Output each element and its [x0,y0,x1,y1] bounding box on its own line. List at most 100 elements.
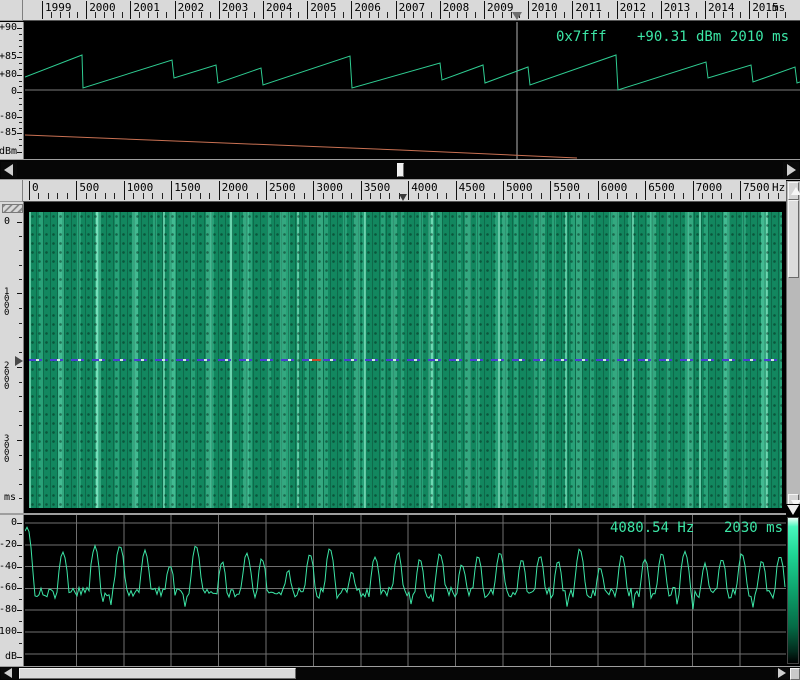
pane-resize-handle-icon[interactable] [2,204,23,213]
ruler-unit-label: ms [772,1,785,14]
axis-label: 2 0 0 0 [4,363,9,391]
axis-minor-tick [19,323,22,324]
spectrum-scrollbar[interactable] [0,666,800,680]
spectrogram-time-cursor-line [29,359,782,361]
axis-minor-tick [19,643,22,644]
ruler-minor-tick [332,193,333,199]
scroll-right-icon [778,668,786,678]
ruler-minor-tick [617,193,618,199]
scroll-left-button[interactable] [1,162,17,178]
freq-cursor-marker[interactable] [399,194,407,201]
ruler-minor-tick [304,193,305,199]
ruler-minor-tick [413,12,414,18]
axis-minor-tick [19,63,22,64]
ruler-minor-tick [139,12,140,18]
palette-pointer-icon[interactable] [787,505,799,515]
axis-minor-tick [19,69,22,70]
scroll-up-button[interactable] [788,182,799,200]
waveform-plot[interactable]: 0x7fff +90.31 dBm 2010 ms [25,22,800,159]
ruler-minor-tick [731,193,732,199]
ruler-minor-tick [113,12,114,18]
ruler-major-tick [408,181,409,200]
ruler-minor-tick [281,12,282,18]
spectrogram-image[interactable] [29,212,782,508]
resize-grip[interactable] [790,668,800,680]
axis-label: -20 [0,539,17,550]
timeline-ruler[interactable]: 1999200020012002200320042005200620072008… [23,0,800,21]
axis-minor-tick [19,577,22,578]
ruler-major-tick [42,1,43,19]
scroll-right-button-bottom[interactable] [775,668,789,679]
ruler-minor-tick [236,12,237,18]
ruler-minor-tick [389,193,390,199]
ruler-major-tick [76,181,77,200]
ruler-label: 2000 [89,1,116,14]
ruler-major-tick [693,181,694,200]
ruler-minor-tick [494,193,495,199]
spectrum-db-axis: 0-20-40-60-80-100dB [0,515,24,666]
ruler-label: 2002 [178,1,205,14]
ruler-minor-tick [687,12,688,18]
color-palette-bar[interactable] [786,504,800,666]
freq-readout: 4080.54 Hz [610,520,694,536]
ruler-minor-tick [316,12,317,18]
ruler-minor-tick [245,12,246,18]
axis-minor-tick [19,599,22,600]
axis-minor-tick [19,455,22,456]
axis-minor-tick [19,425,22,426]
axis-minor-tick [19,484,22,485]
axis-minor-tick [19,40,22,41]
ruler-minor-tick [655,193,656,199]
ruler-minor-tick [67,193,68,199]
spectrogram-cursor-arrow-icon[interactable] [15,356,23,366]
ruler-minor-tick [768,193,769,199]
axis-minor-tick [19,279,22,280]
vertical-scrollbar-thumb[interactable] [788,200,799,278]
ruler-minor-tick [431,12,432,18]
axis-minor-tick [19,81,22,82]
ruler-major-tick [598,181,599,200]
ruler-minor-tick [181,193,182,199]
axis-major-tick [17,75,22,76]
time-cursor-marker[interactable] [512,12,522,20]
spectrum-trace [25,515,786,666]
spectrogram-vertical-scrollbar[interactable] [786,181,800,513]
waveform-scrollbar-thumb[interactable] [397,163,404,177]
ruler-minor-tick [228,12,229,18]
waveform-scrollbar[interactable] [0,159,800,180]
axis-minor-tick [19,52,22,53]
wave-time-readout: 2010 ms [730,29,789,45]
scroll-left-button-bottom[interactable] [1,668,17,679]
ruler-minor-tick [238,193,239,199]
spectrum-plot[interactable]: 4080.54 Hz 2030 ms [25,515,786,666]
ruler-label: 2000 [222,181,249,194]
palette-gradient[interactable] [787,517,799,664]
ruler-major-tick [503,181,504,200]
axis-minor-tick [19,411,22,412]
ruler-minor-tick [190,193,191,199]
ruler-minor-tick [369,12,370,18]
scroll-right-button[interactable] [783,162,799,178]
ruler-label: 2007 [399,1,426,14]
ruler-minor-tick [380,193,381,199]
ruler-major-tick [617,1,618,19]
ruler-minor-tick [608,12,609,18]
ruler-minor-tick [114,193,115,199]
spectrogram-plot[interactable] [25,202,786,513]
ruler-minor-tick [493,12,494,18]
axis-minor-tick [19,469,22,470]
ruler-minor-tick [210,12,211,18]
ruler-major-tick [749,1,750,19]
spectrum-scrollbar-thumb[interactable] [19,668,296,679]
axis-major-tick [17,152,22,153]
ruler-minor-tick [721,193,722,199]
ruler-label: 2006 [354,1,381,14]
ruler-minor-tick [636,193,637,199]
ruler-minor-tick [670,12,671,18]
ruler-minor-tick [148,12,149,18]
ruler-minor-tick [502,12,503,18]
ruler-major-tick [528,1,529,19]
ruler-major-tick [645,181,646,200]
axis-label: -100 [0,626,17,637]
ruler-minor-tick [449,12,450,18]
